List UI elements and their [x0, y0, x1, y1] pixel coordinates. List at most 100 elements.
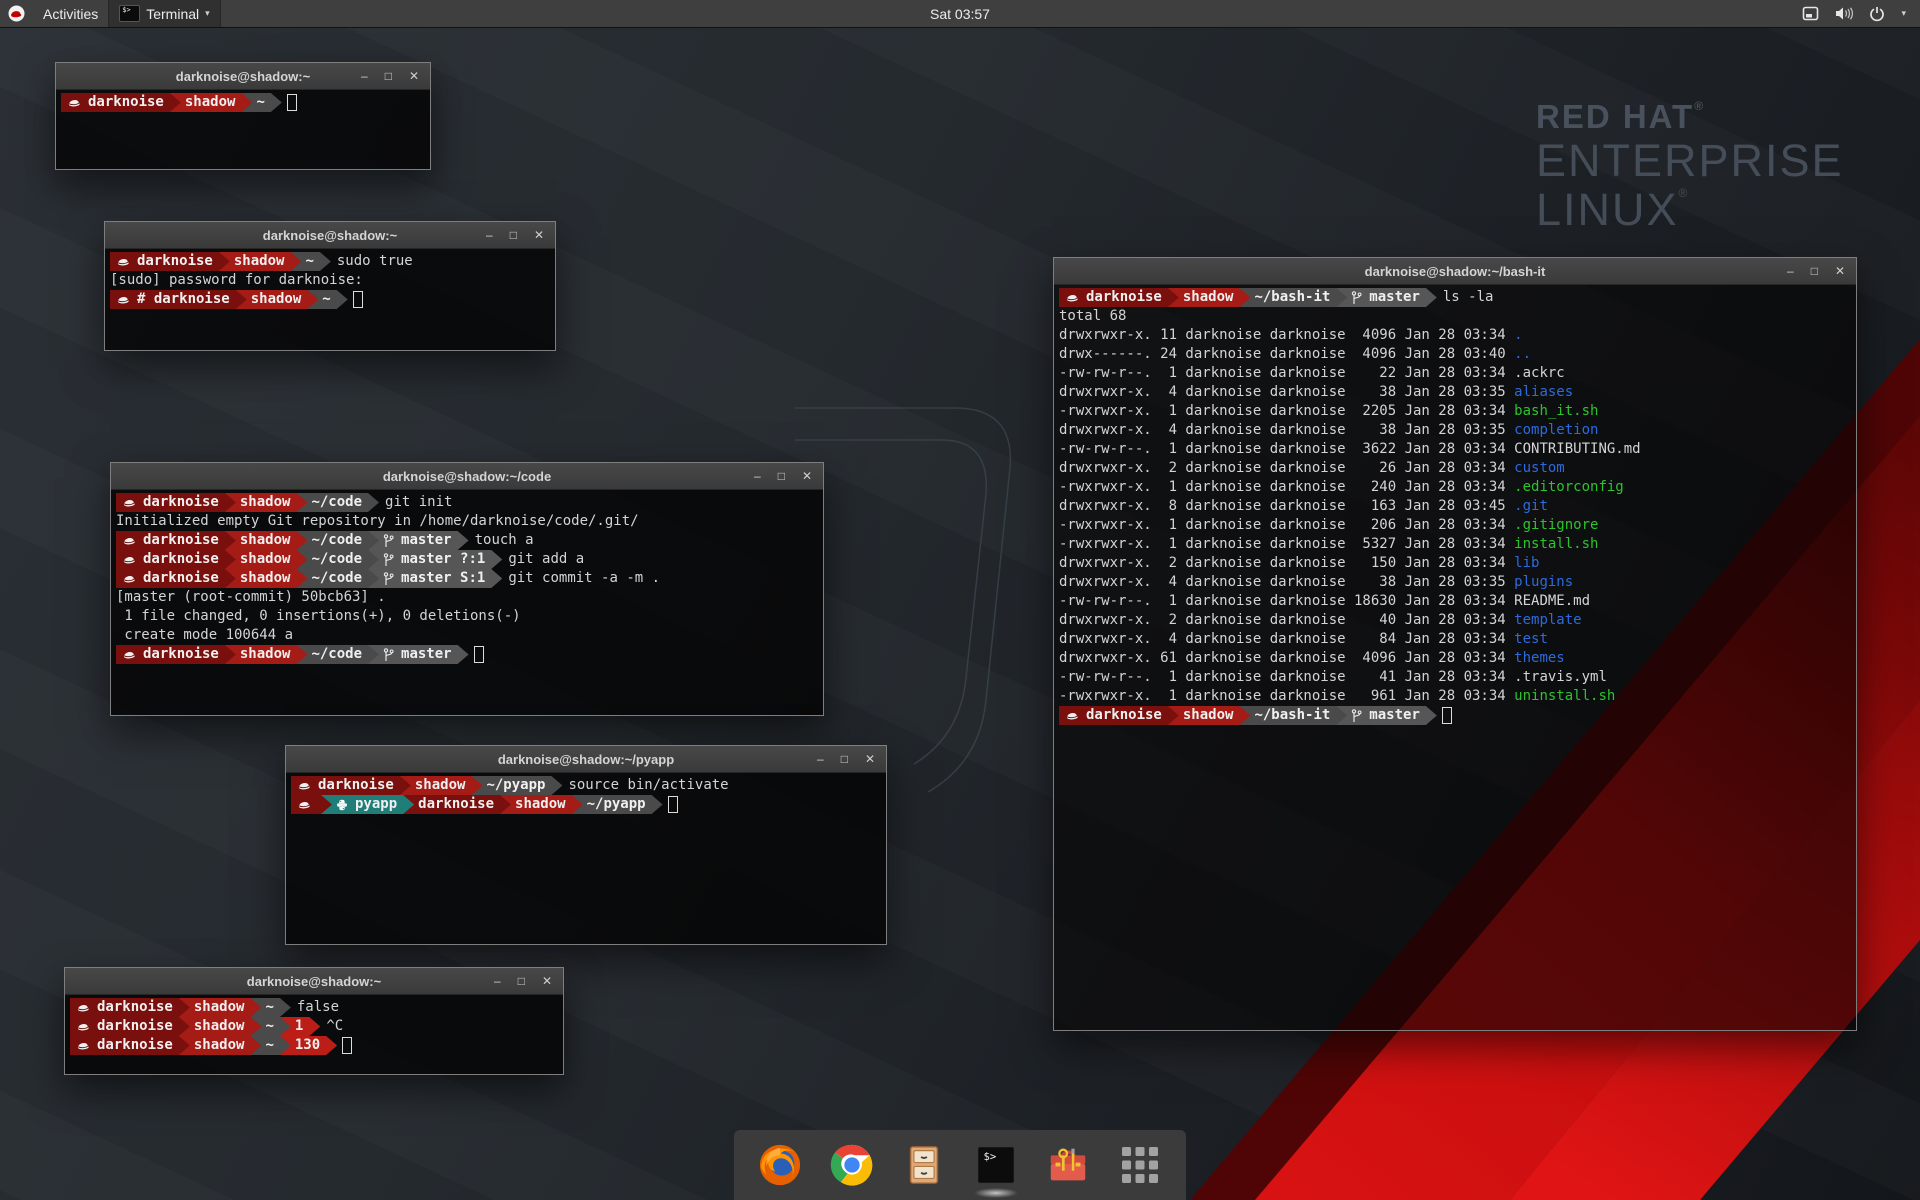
- close-button[interactable]: ✕: [409, 63, 419, 89]
- output-text: custom: [1514, 459, 1565, 478]
- minimize-button[interactable]: –: [494, 968, 501, 994]
- prompt-segment-red: shadow: [179, 1017, 262, 1036]
- output-text: drwxrwxr-x. 61 darknoise darknoise 4096 …: [1059, 649, 1514, 668]
- terminal-cursor: [287, 94, 297, 111]
- redhat-icon: [77, 1002, 90, 1013]
- window-titlebar[interactable]: darknoise@shadow:~/bash-it–□✕: [1054, 258, 1856, 285]
- output-text: .editorconfig: [1514, 478, 1624, 497]
- terminal-cursor: [1442, 707, 1452, 724]
- window-titlebar[interactable]: darknoise@shadow:~–□✕: [56, 63, 430, 90]
- window-titlebar[interactable]: darknoise@shadow:~/code–□✕: [111, 463, 823, 490]
- close-button[interactable]: ✕: [542, 968, 552, 994]
- terminal-window-5: darknoise@shadow:~/bash-it–□✕darknoisesh…: [1053, 257, 1857, 1031]
- terminal-content[interactable]: darknoiseshadow~/codegit initInitialized…: [111, 490, 823, 715]
- maximize-button[interactable]: □: [778, 463, 785, 489]
- output-text: .gitignore: [1514, 516, 1598, 535]
- maximize-button[interactable]: □: [841, 746, 848, 772]
- prompt-segment-darkred: darknoise: [61, 93, 181, 112]
- branch-icon: [383, 648, 394, 662]
- minimize-button[interactable]: –: [361, 63, 368, 89]
- minimize-button[interactable]: –: [486, 222, 493, 248]
- close-button[interactable]: ✕: [534, 222, 544, 248]
- power-icon[interactable]: [1869, 6, 1885, 22]
- terminal-line: drwxrwxr-x. 61 darknoise darknoise 4096 …: [1059, 649, 1856, 668]
- window-titlebar[interactable]: darknoise@shadow:~–□✕: [105, 222, 555, 249]
- prompt-segment-gray: ~/code: [296, 550, 379, 569]
- running-indicator: [974, 1188, 1018, 1198]
- prompt-segment-red: shadow: [1168, 706, 1251, 725]
- output-text: test: [1514, 630, 1548, 649]
- output-text: -rw-rw-r--. 1 darknoise darknoise 18630 …: [1059, 592, 1514, 611]
- terminal-line: darknoiseshadow~sudo true: [110, 252, 555, 271]
- output-text: drwxrwxr-x. 2 darknoise darknoise 26 Jan…: [1059, 459, 1514, 478]
- windows-layer: darknoise@shadow:~–□✕darknoiseshadow~dar…: [0, 0, 1920, 1200]
- prompt-segment-red: shadow: [225, 645, 308, 664]
- prompt-segment-red: shadow: [219, 252, 302, 271]
- terminal-line: -rwxrwxr-x. 1 darknoise darknoise 2205 J…: [1059, 402, 1856, 421]
- prompt-segment-gray: ~/code: [296, 493, 379, 512]
- chevron-down-icon[interactable]: ▾: [1901, 8, 1906, 19]
- output-text: [master (root-commit) 50bcb63] .: [116, 588, 386, 607]
- window-titlebar[interactable]: darknoise@shadow:~/pyapp–□✕: [286, 746, 886, 773]
- output-text: -rw-rw-r--. 1 darknoise darknoise 41 Jan…: [1059, 668, 1514, 687]
- prompt-segment-red: shadow: [170, 93, 253, 112]
- prompt-segment-darkred: # darknoise: [110, 290, 247, 309]
- terminal-line: darknoiseshadow~1^C: [70, 1017, 563, 1036]
- output-text: lib: [1514, 554, 1539, 573]
- output-text: drwxrwxr-x. 4 darknoise darknoise 38 Jan…: [1059, 421, 1514, 440]
- minimize-button[interactable]: –: [754, 463, 761, 489]
- window-titlebar[interactable]: darknoise@shadow:~–□✕: [65, 968, 563, 995]
- redhat-icon: [298, 799, 311, 810]
- prompt-segment-gray: ~/bash-it: [1239, 706, 1347, 725]
- terminal-line: 1 file changed, 0 insertions(+), 0 delet…: [116, 607, 823, 626]
- dock-toolbox-icon[interactable]: [1044, 1141, 1092, 1189]
- terminal-line: darknoiseshadow~/bash-itmasterls -la: [1059, 288, 1856, 307]
- output-text: total 68: [1059, 307, 1126, 326]
- branch-icon: [383, 534, 394, 548]
- volume-icon[interactable]: [1835, 6, 1853, 21]
- terminal-line: drwxrwxr-x. 2 darknoise darknoise 40 Jan…: [1059, 611, 1856, 630]
- output-text: drwxrwxr-x. 4 darknoise darknoise 38 Jan…: [1059, 573, 1514, 592]
- prompt-segment-red: shadow: [1168, 288, 1251, 307]
- terminal-window-0: darknoise@shadow:~–□✕darknoiseshadow~: [55, 62, 431, 170]
- output-text: [sudo] password for darknoise:: [110, 271, 363, 290]
- maximize-button[interactable]: □: [510, 222, 517, 248]
- prompt-segment-darkred: darknoise: [70, 998, 190, 1017]
- dock-firefox-icon[interactable]: [756, 1141, 804, 1189]
- dock-terminal-icon[interactable]: $>: [972, 1141, 1020, 1189]
- command-text: git add a: [491, 550, 584, 569]
- dock-chrome-icon[interactable]: [828, 1141, 876, 1189]
- prompt-segment-darkred: darknoise: [291, 776, 411, 795]
- minimize-button[interactable]: –: [1787, 258, 1794, 284]
- close-button[interactable]: ✕: [1835, 258, 1845, 284]
- terminal-line: [master (root-commit) 50bcb63] .: [116, 588, 823, 607]
- minimize-button[interactable]: –: [817, 746, 824, 772]
- dock-files-icon[interactable]: [900, 1141, 948, 1189]
- close-button[interactable]: ✕: [865, 746, 875, 772]
- terminal-content[interactable]: darknoiseshadow~: [56, 90, 430, 169]
- prompt-segment-red: shadow: [225, 531, 308, 550]
- close-button[interactable]: ✕: [802, 463, 812, 489]
- terminal-content[interactable]: darknoiseshadow~sudo true[sudo] password…: [105, 249, 555, 350]
- prompt-segment-darkred: darknoise: [70, 1017, 190, 1036]
- output-text: drwxrwxr-x. 2 darknoise darknoise 40 Jan…: [1059, 611, 1514, 630]
- terminal-content[interactable]: darknoiseshadow~falsedarknoiseshadow~1^C…: [65, 995, 563, 1074]
- app-menu-terminal[interactable]: $> Terminal ▾: [108, 0, 220, 27]
- prompt-segment-red: shadow: [500, 795, 583, 814]
- activities-button[interactable]: Activities: [33, 0, 108, 27]
- clock[interactable]: Sat 03:57: [0, 6, 1920, 22]
- dock-app-grid-icon[interactable]: [1116, 1141, 1164, 1189]
- terminal-content[interactable]: darknoiseshadow~/bash-itmasterls -latota…: [1054, 285, 1856, 1030]
- redhat-icon: [1066, 710, 1079, 721]
- terminal-content[interactable]: darknoiseshadow~/pyappsource bin/activat…: [286, 773, 886, 944]
- display-icon[interactable]: [1802, 6, 1819, 21]
- maximize-button[interactable]: □: [385, 63, 392, 89]
- terminal-line: -rw-rw-r--. 1 darknoise darknoise 18630 …: [1059, 592, 1856, 611]
- prompt-segment-red: shadow: [225, 493, 308, 512]
- output-text: CONTRIBUTING.md: [1514, 440, 1640, 459]
- terminal-line: pyappdarknoiseshadow~/pyapp: [291, 795, 886, 814]
- command-text: sudo true: [320, 252, 413, 271]
- redhat-icon: [123, 649, 136, 660]
- maximize-button[interactable]: □: [1811, 258, 1818, 284]
- maximize-button[interactable]: □: [518, 968, 525, 994]
